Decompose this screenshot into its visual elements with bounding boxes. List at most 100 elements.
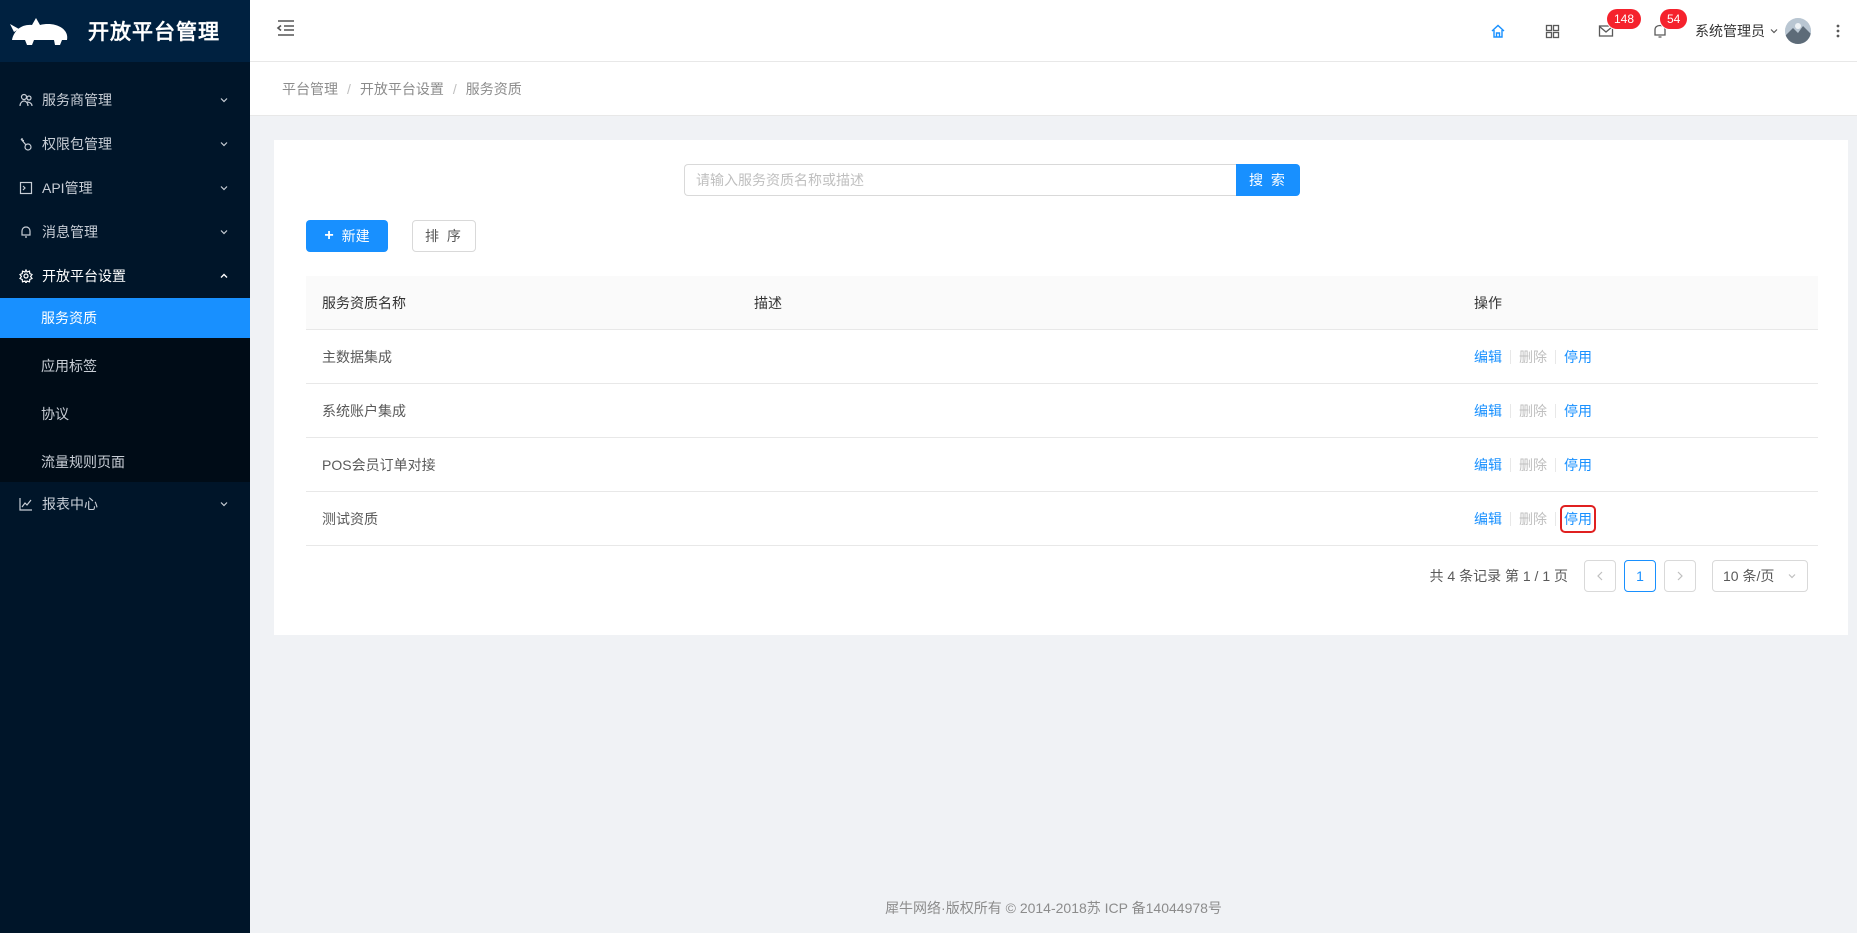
page-number-button[interactable]: 1 [1624, 560, 1656, 592]
table-row: POS会员订单对接 编辑 删除 停用 [306, 438, 1818, 492]
notice-count-badge: 54 [1660, 9, 1688, 29]
bell-icon [18, 224, 34, 240]
breadcrumb-item[interactable]: 平台管理 [282, 79, 338, 99]
search-button[interactable]: 搜 索 [1236, 164, 1300, 196]
sort-button[interactable]: 排 序 [412, 220, 476, 252]
edit-link[interactable]: 编辑 [1474, 401, 1502, 421]
new-button[interactable]: + 新建 [306, 220, 388, 252]
qualification-table: 服务资质名称 描述 操作 主数据集成 编辑 删除 停用 系统账户集成 编辑 删除 [306, 276, 1818, 546]
breadcrumb-separator: / [452, 80, 457, 97]
cell-name: 系统账户集成 [322, 402, 406, 419]
sidebar-item-message[interactable]: 消息管理 [0, 210, 250, 254]
cell-actions: 编辑 删除 停用 [1458, 401, 1818, 421]
appstore-icon[interactable] [1525, 0, 1579, 62]
page-size-select[interactable]: 10 条/页 [1712, 560, 1808, 592]
chevron-down-icon [218, 498, 230, 510]
sidebar-item-label: 服务商管理 [42, 92, 112, 108]
chevron-down-icon [1769, 23, 1779, 39]
disable-link[interactable]: 停用 [1564, 401, 1592, 421]
edit-link[interactable]: 编辑 [1474, 455, 1502, 475]
cell-actions: 编辑 删除 停用 [1458, 504, 1818, 533]
chevron-down-icon [218, 138, 230, 150]
chevron-right-icon [1677, 571, 1683, 581]
next-page-button[interactable] [1664, 560, 1696, 592]
content-card: 请输入服务资质名称或描述 搜 索 + 新建 排 序 服务资质名称 描述 操作 主… [274, 140, 1848, 635]
sidebar-subitem-app-tags[interactable]: 应用标签 [0, 346, 250, 386]
avatar [1785, 18, 1811, 44]
header-actions: 148 54 系统管理员 [1471, 0, 1857, 62]
sidebar-item-label: API管理 [42, 180, 93, 196]
sidebar-subitem-agreement[interactable]: 协议 [0, 394, 250, 434]
divider [1555, 349, 1556, 364]
divider [1555, 403, 1556, 418]
divider [1555, 511, 1556, 526]
breadcrumb-separator: / [347, 80, 351, 97]
footer-copyright: 犀牛网络·版权所有 © 2014-2018苏 ICP 备14044978号 [885, 900, 1222, 916]
more-vertical-icon[interactable] [1819, 0, 1857, 62]
divider [1555, 457, 1556, 472]
column-header-op: 操作 [1474, 294, 1502, 311]
rhino-logo-icon [10, 11, 72, 51]
sidebar-menu: 服务商管理 权限包管理 API管理 消息管理 开放平台设置 服务资质 应用标签 … [0, 62, 250, 526]
mail-icon[interactable]: 148 [1579, 0, 1642, 62]
divider [1510, 403, 1511, 418]
breadcrumb-current: 服务资质 [465, 80, 522, 97]
table-header: 服务资质名称 描述 操作 [306, 276, 1818, 330]
disable-link[interactable]: 停用 [1564, 455, 1592, 475]
search-bar: 请输入服务资质名称或描述 搜 索 [684, 164, 1300, 196]
chevron-down-icon [218, 182, 230, 194]
cell-name: 测试资质 [322, 510, 378, 527]
sidebar-item-platform-settings[interactable]: 开放平台设置 [0, 254, 250, 298]
edit-link[interactable]: 编辑 [1474, 509, 1502, 529]
platform-settings-submenu: 服务资质 应用标签 协议 流量规则页面 [0, 298, 250, 482]
sidebar-subitem-traffic-rules[interactable]: 流量规则页面 [0, 442, 250, 482]
disable-link[interactable]: 停用 [1564, 347, 1592, 367]
sidebar-subitem-service-qualification[interactable]: 服务资质 [0, 298, 250, 338]
divider [1510, 349, 1511, 364]
menu-fold-icon[interactable] [275, 17, 297, 39]
user-menu[interactable]: 系统管理员 [1687, 0, 1819, 62]
plus-icon: + [324, 227, 334, 244]
sidebar-item-api[interactable]: API管理 [0, 166, 250, 210]
sidebar: 开放平台管理 服务商管理 权限包管理 API管理 消息管理 开放平台设置 服务资… [0, 0, 250, 933]
column-header-desc: 描述 [754, 294, 782, 311]
sidebar-item-label: 权限包管理 [42, 136, 112, 152]
bell-icon[interactable]: 54 [1633, 0, 1688, 62]
chevron-left-icon [1597, 571, 1603, 581]
edit-link[interactable]: 编辑 [1474, 347, 1502, 367]
delete-link[interactable]: 删除 [1519, 347, 1547, 367]
chevron-up-icon [218, 270, 230, 282]
user-name: 系统管理员 [1695, 23, 1765, 39]
breadcrumb: 平台管理 / 开放平台设置 / 服务资质 [250, 62, 1857, 116]
new-button-label: 新建 [341, 228, 370, 244]
prev-page-button[interactable] [1584, 560, 1616, 592]
app-title: 开放平台管理 [88, 21, 220, 44]
sidebar-item-provider[interactable]: 服务商管理 [0, 78, 250, 122]
cell-name: POS会员订单对接 [322, 456, 436, 473]
table-row: 系统账户集成 编辑 删除 停用 [306, 384, 1818, 438]
search-input[interactable]: 请输入服务资质名称或描述 [684, 164, 1236, 196]
breadcrumb-item[interactable]: 开放平台设置 [360, 79, 444, 99]
sidebar-item-permission[interactable]: 权限包管理 [0, 122, 250, 166]
team-icon [18, 92, 34, 108]
pagination-total: 共 4 条记录 第 1 / 1 页 [1429, 568, 1568, 584]
disable-link-highlighted[interactable]: 停用 [1560, 504, 1596, 533]
top-header: 148 54 系统管理员 [250, 0, 1857, 62]
delete-link[interactable]: 删除 [1519, 401, 1547, 421]
sidebar-item-report-center[interactable]: 报表中心 [0, 482, 250, 526]
cell-actions: 编辑 删除 停用 [1458, 347, 1818, 367]
table-row: 主数据集成 编辑 删除 停用 [306, 330, 1818, 384]
home-icon[interactable] [1471, 0, 1525, 62]
key-icon [18, 136, 34, 152]
sidebar-item-label: 开放平台设置 [42, 268, 126, 284]
delete-link[interactable]: 删除 [1519, 509, 1547, 529]
table-row: 测试资质 编辑 删除 停用 [306, 492, 1818, 546]
cell-name: 主数据集成 [322, 348, 392, 365]
delete-link[interactable]: 删除 [1519, 455, 1547, 475]
line-chart-icon [18, 496, 34, 512]
sidebar-item-label: 消息管理 [42, 224, 98, 240]
gear-icon [18, 268, 34, 284]
pagination: 共 4 条记录 第 1 / 1 页 1 10 条/页 [1430, 560, 1808, 592]
logo[interactable]: 开放平台管理 [0, 0, 250, 62]
chevron-down-icon [1787, 568, 1797, 584]
